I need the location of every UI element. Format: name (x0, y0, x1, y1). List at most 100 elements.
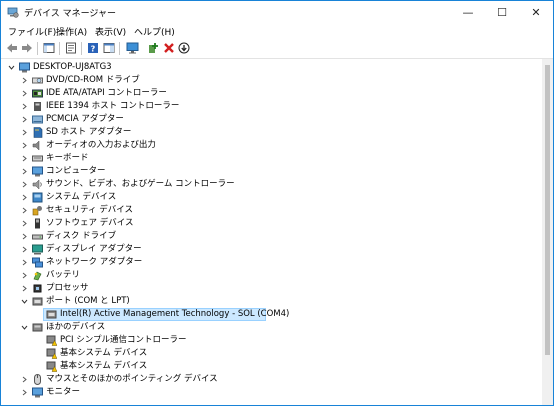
close-button[interactable]: ✕ (519, 1, 553, 23)
properties-button[interactable] (64, 41, 78, 55)
maximize-icon: ☐ (497, 5, 507, 19)
add-driver-button[interactable] (147, 41, 161, 55)
menu-action[interactable]: 操作(A) (56, 25, 87, 38)
category-label: システム デバイス (46, 192, 117, 202)
tree-category[interactable]: ディスク ドライブ (1, 230, 401, 243)
category-label: ほかのデバイス (46, 322, 106, 332)
chevron-right-icon[interactable] (20, 74, 28, 87)
chevron-right-icon[interactable] (20, 217, 28, 230)
other-device-icon (32, 323, 43, 332)
menu-bar: ファイル(F) 操作(A) 表示(V) ヘルプ(H) (1, 23, 553, 38)
disk-drive-icon (32, 234, 43, 240)
computer-icon (32, 166, 43, 177)
tree-device[interactable]: 基本システム デバイス (1, 360, 401, 373)
update-driver-icon (178, 42, 190, 54)
warning-device-icon (46, 361, 57, 372)
chevron-right-icon[interactable] (20, 204, 28, 217)
device-manager-app-icon (7, 7, 19, 18)
menu-view[interactable]: 表示(V) (95, 25, 126, 38)
chevron-right-icon[interactable] (20, 256, 28, 269)
chevron-down-icon[interactable] (7, 61, 15, 74)
tree-category[interactable]: ネットワーク アダプター (1, 256, 401, 269)
ide-controller-icon (32, 89, 43, 98)
tree-category[interactable]: IDE ATA/ATAPI コントローラー (1, 87, 401, 100)
maximize-button[interactable]: ☐ (485, 1, 519, 23)
vertical-scrollbar[interactable] (542, 59, 553, 405)
software-device-icon (35, 218, 40, 229)
window-title: デバイス マネージャー (24, 9, 116, 19)
device-label: PCI シンプル通信コントローラー (60, 335, 187, 345)
sound-icon (32, 179, 42, 190)
help-button[interactable]: ? (86, 41, 100, 55)
chevron-right-icon[interactable] (20, 243, 28, 256)
chevron-right-icon[interactable] (20, 87, 28, 100)
update-driver-button[interactable] (177, 41, 191, 55)
tree-category[interactable]: ソフトウェア デバイス (1, 217, 401, 230)
tree-category[interactable]: プロセッサ (1, 282, 401, 295)
menu-file[interactable]: ファイル(F) (8, 25, 56, 38)
show-hide-tree-button[interactable] (42, 41, 56, 55)
back-arrow-icon (7, 43, 17, 53)
tree-category[interactable]: DVD/CD-ROM ドライブ (1, 74, 401, 87)
scrollbar-thumb[interactable] (545, 65, 550, 355)
add-driver-icon (149, 43, 158, 53)
tree-category[interactable]: システム デバイス (1, 191, 401, 204)
tree-category[interactable]: バッテリ (1, 269, 401, 282)
tree-category[interactable]: IEEE 1394 ホスト コントローラー (1, 100, 401, 113)
tree-category[interactable]: サウンド、ビデオ、およびゲーム コントローラー (1, 178, 401, 191)
properties-icon (66, 42, 76, 54)
tree-device[interactable]: 基本システム デバイス (1, 347, 401, 360)
tree-category[interactable]: オーディオの入力および出力 (1, 139, 401, 152)
tree-category[interactable]: マウスとそのほかのポインティング デバイス (1, 373, 401, 386)
uninstall-device-button[interactable] (162, 41, 176, 55)
category-label: PCMCIA アダプター (46, 114, 124, 124)
chevron-right-icon[interactable] (20, 113, 28, 126)
scan-hardware-button[interactable] (125, 41, 139, 55)
chevron-right-icon[interactable] (20, 230, 28, 243)
title-bar[interactable]: デバイス マネージャー — ☐ ✕ (1, 1, 553, 23)
tree-category-other[interactable]: ほかのデバイス (1, 321, 401, 334)
back-button[interactable] (5, 41, 19, 55)
audio-icon (32, 140, 40, 151)
toolbar: ? (1, 38, 553, 59)
action-pane-button[interactable] (102, 41, 116, 55)
category-label: ポート (COM と LPT) (46, 296, 130, 306)
tree-category[interactable]: モニター (1, 386, 401, 399)
chevron-down-icon[interactable] (20, 321, 28, 334)
chevron-right-icon[interactable] (20, 126, 28, 139)
uninstall-device-icon (164, 43, 174, 53)
category-label: ディスク ドライブ (46, 231, 117, 241)
chevron-right-icon[interactable] (20, 178, 28, 191)
tree-category[interactable]: ディスプレイ アダプター (1, 243, 401, 256)
tree-category[interactable]: PCMCIA アダプター (1, 113, 401, 126)
chevron-right-icon[interactable] (20, 165, 28, 178)
chevron-right-icon[interactable] (20, 139, 28, 152)
battery-icon (33, 271, 42, 281)
tree-device[interactable]: PCI シンプル通信コントローラー (1, 334, 401, 347)
chevron-right-icon[interactable] (20, 100, 28, 113)
category-label: バッテリ (46, 270, 81, 280)
toolbar-separator (37, 42, 38, 55)
tree-category[interactable]: キーボード (1, 152, 401, 165)
security-icon (32, 206, 42, 216)
chevron-right-icon[interactable] (20, 269, 28, 282)
forward-button[interactable] (20, 41, 34, 55)
processor-icon (33, 284, 42, 293)
tree-category-ports[interactable]: ポート (COM と LPT) (1, 295, 401, 308)
tree-root-node[interactable]: DESKTOP-UJ8ATG3 (1, 61, 301, 74)
chevron-down-icon[interactable] (20, 295, 28, 308)
menu-help[interactable]: ヘルプ(H) (134, 25, 175, 38)
tree-category[interactable]: SD ホスト アダプター (1, 126, 401, 139)
chevron-right-icon[interactable] (20, 191, 28, 204)
minimize-button[interactable]: — (451, 1, 485, 23)
tree-category[interactable]: コンピューター (1, 165, 401, 178)
tree-category[interactable]: セキュリティ デバイス (1, 204, 401, 217)
chevron-right-icon[interactable] (20, 282, 28, 295)
tree-device-selected[interactable]: Intel(R) Active Management Technology - … (1, 308, 401, 321)
chevron-right-icon[interactable] (20, 152, 28, 165)
chevron-right-icon[interactable] (20, 386, 28, 399)
system-device-icon (32, 192, 43, 203)
chevron-right-icon[interactable] (20, 373, 28, 386)
sd-host-icon (33, 127, 43, 138)
category-label: IDE ATA/ATAPI コントローラー (46, 88, 167, 98)
